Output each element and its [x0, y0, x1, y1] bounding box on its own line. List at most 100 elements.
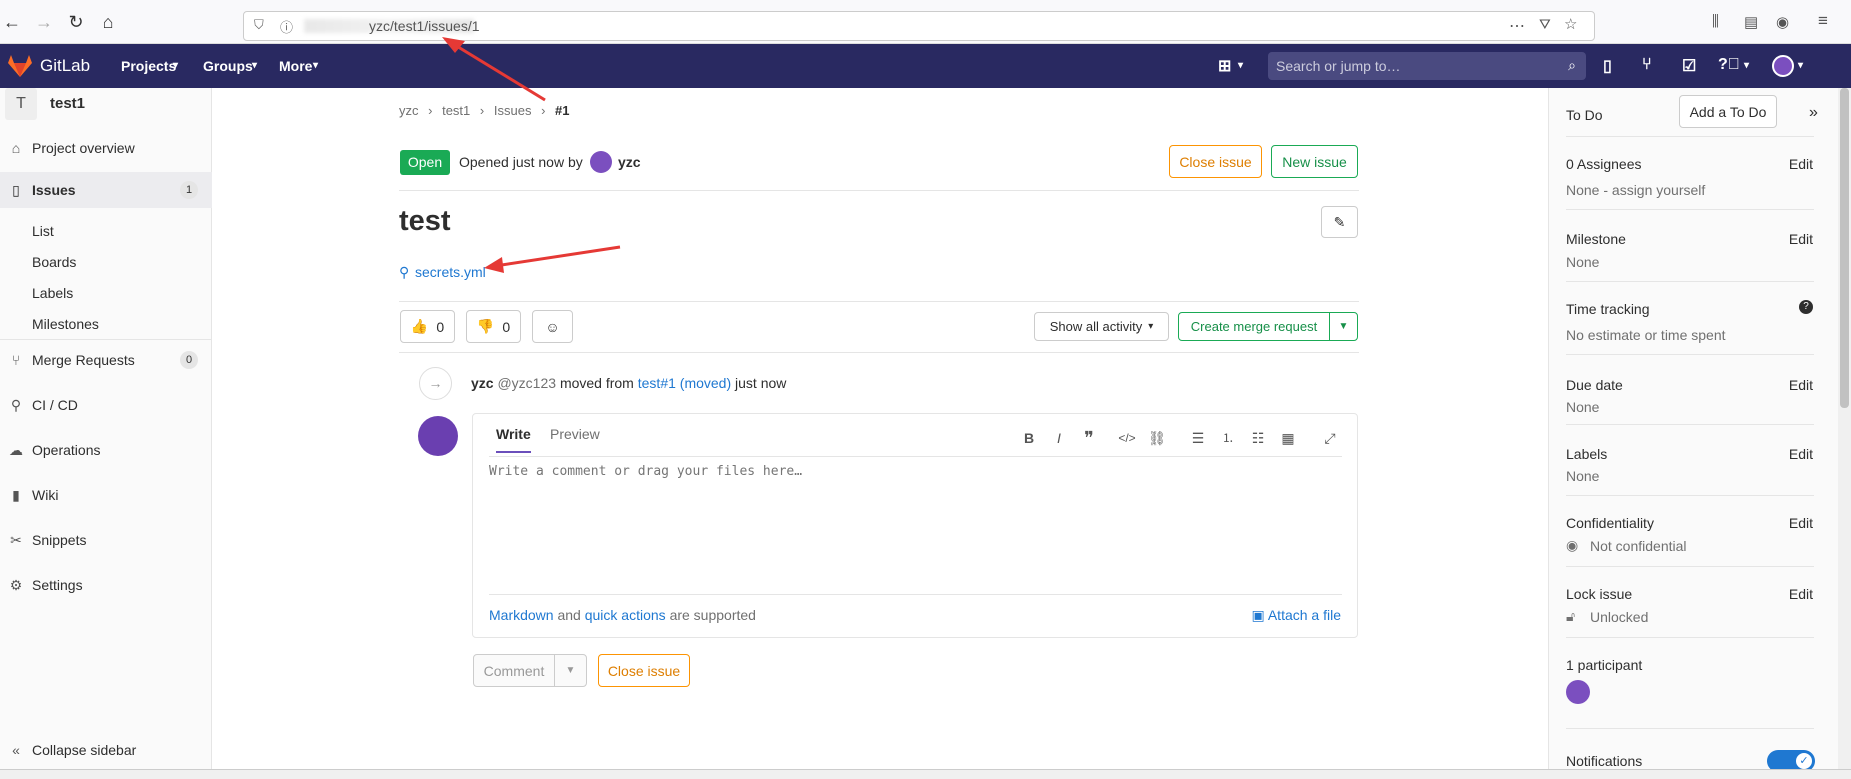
code-icon[interactable]: </> [1118, 429, 1136, 447]
attach-file-button[interactable]: ▣ Attach a file [1251, 607, 1341, 624]
nav-more[interactable]: More [279, 58, 312, 74]
nav-groups[interactable]: Groups [203, 58, 253, 74]
gitlab-logo[interactable] [8, 55, 32, 77]
reload-icon[interactable]: ↻ [64, 10, 88, 34]
tab-write[interactable]: Write [496, 426, 531, 453]
create-mr-dropdown-toggle[interactable]: ▼ [1329, 312, 1358, 341]
thumbs-up-count: 0 [436, 318, 445, 335]
merge-request-icon[interactable]: ⑂ [1642, 56, 1652, 74]
bullet-list-icon[interactable]: ☰ [1189, 429, 1207, 447]
participant-avatar[interactable] [1566, 680, 1590, 704]
sidebar-toggle-icon[interactable]: ▤ [1744, 13, 1758, 31]
home-icon[interactable]: ⌂ [96, 10, 120, 34]
comment-type-dropdown[interactable]: ▼ [554, 654, 587, 687]
lock-issue-edit-link[interactable]: Edit [1789, 586, 1813, 602]
sidebar-item-operations[interactable]: ☁ Operations [0, 432, 212, 468]
info-icon[interactable]: ⓘ [280, 17, 293, 36]
quote-icon[interactable]: ❞ [1080, 429, 1098, 447]
close-issue-button-bottom[interactable]: Close issue [598, 654, 690, 687]
breadcrumb-current[interactable]: #1 [555, 103, 569, 118]
double-chevron-right-icon[interactable]: » [1809, 104, 1818, 122]
forward-icon[interactable]: → [32, 10, 56, 34]
plus-square-icon[interactable]: ⊞ [1218, 56, 1231, 76]
sidebar-subitem-boards[interactable]: Boards [32, 254, 76, 270]
account-icon[interactable]: ◉ [1776, 13, 1789, 31]
numbered-list-icon[interactable]: ⒈ [1219, 429, 1237, 447]
assignees-edit-link[interactable]: Edit [1789, 156, 1813, 172]
milestone-edit-link[interactable]: Edit [1789, 231, 1813, 247]
author-avatar[interactable] [590, 151, 612, 173]
sidebar-subitem-milestones[interactable]: Milestones [32, 316, 99, 332]
table-icon[interactable]: ▦ [1279, 429, 1297, 447]
participants-title: 1 participant [1566, 657, 1643, 673]
bookmark-star-icon[interactable]: ☆ [1564, 15, 1577, 33]
sidebar-item-wiki[interactable]: ▮ Wiki [0, 477, 212, 513]
quick-actions-link[interactable]: quick actions [585, 607, 666, 623]
add-reaction-button[interactable]: ☺ [532, 310, 573, 343]
italic-icon[interactable]: I [1050, 429, 1068, 447]
scrollbar-thumb[interactable] [1840, 88, 1849, 408]
breadcrumb-item[interactable]: Issues [494, 103, 532, 118]
current-user-avatar[interactable] [418, 416, 458, 456]
comment-textarea[interactable] [489, 464, 1342, 599]
bold-icon[interactable]: B [1020, 429, 1038, 447]
tab-preview[interactable]: Preview [550, 426, 600, 442]
issue-title: test [399, 205, 451, 237]
project-avatar[interactable]: T [5, 88, 37, 120]
system-note-arrow-icon: → [419, 367, 452, 400]
attachment-link[interactable]: secrets.yml [415, 264, 486, 280]
confidentiality-edit-link[interactable]: Edit [1789, 515, 1813, 531]
show-activity-dropdown[interactable]: Show all activity ▾ [1034, 312, 1169, 341]
menu-icon[interactable]: ≡ [1818, 11, 1828, 31]
sidebar-item-ci-cd[interactable]: ⚲ CI / CD [0, 387, 212, 423]
activity-ref-link[interactable]: test#1 [638, 375, 676, 391]
library-icon[interactable]: ⫼ [1712, 13, 1719, 30]
help-icon[interactable]: ?⃝ [1718, 56, 1740, 74]
scissors-icon: ✂ [10, 532, 22, 548]
thumbs-down-button[interactable]: 👎 0 [466, 310, 521, 343]
link-icon[interactable]: ⛓ [1148, 429, 1166, 447]
sidebar-item-issues[interactable]: ▯ Issues 1 [0, 172, 212, 208]
sidebar-subitem-list[interactable]: List [32, 223, 54, 239]
task-list-icon[interactable]: ☷ [1249, 429, 1267, 447]
breadcrumb-item[interactable]: yzc [399, 103, 419, 118]
collapse-sidebar-button[interactable]: « Collapse sidebar [0, 732, 212, 768]
close-issue-button[interactable]: Close issue [1169, 145, 1262, 178]
help-icon[interactable]: ? [1799, 300, 1813, 314]
sidebar-item-settings[interactable]: ⚙ Settings [0, 567, 212, 603]
count-badge: 1 [180, 181, 198, 199]
markdown-link[interactable]: Markdown [489, 607, 554, 623]
url-text: yzc/test1/issues/1 [369, 18, 480, 34]
due-date-edit-link[interactable]: Edit [1789, 377, 1813, 393]
sidebar-subitem-labels[interactable]: Labels [32, 285, 73, 301]
avatar[interactable] [1772, 55, 1794, 77]
activity-handle[interactable]: @yzc123 [497, 375, 556, 391]
project-name[interactable]: test1 [50, 95, 85, 112]
pocket-icon[interactable]: ⛛ [1539, 16, 1551, 33]
sidebar-item-project-overview[interactable]: ⌂ Project overview [0, 130, 212, 166]
fullscreen-icon[interactable]: ⤢ [1321, 429, 1339, 447]
search-input[interactable]: Search or jump to… ⌕ [1268, 52, 1586, 80]
brand-name[interactable]: GitLab [40, 56, 90, 76]
breadcrumb-item[interactable]: test1 [442, 103, 470, 118]
assignees-value[interactable]: None - assign yourself [1566, 182, 1705, 198]
add-todo-button[interactable]: Add a To Do [1679, 95, 1777, 128]
back-icon[interactable]: ← [0, 10, 24, 34]
comment-button[interactable]: Comment [473, 654, 555, 687]
todo-check-icon[interactable]: ☑ [1682, 56, 1696, 76]
nav-projects[interactable]: Projects [121, 58, 176, 74]
author-name[interactable]: yzc [618, 154, 641, 170]
labels-edit-link[interactable]: Edit [1789, 446, 1813, 462]
sidebar-item-snippets[interactable]: ✂ Snippets [0, 522, 212, 558]
activity-author[interactable]: yzc [471, 375, 494, 391]
more-actions-icon[interactable]: ⋯ [1509, 16, 1525, 36]
activity-moved-link[interactable]: (moved) [680, 375, 731, 391]
thumbs-up-button[interactable]: 👍 0 [400, 310, 455, 343]
sidebar-item-merge-requests[interactable]: ⑂ Merge Requests 0 [0, 342, 212, 378]
issues-icon[interactable]: ▯ [1603, 56, 1612, 76]
page-scrollbar[interactable] [1838, 88, 1851, 769]
create-merge-request-button[interactable]: Create merge request [1178, 312, 1330, 341]
url-bar[interactable]: ⛉ ⓘ yzc/test1/issues/1 ⋯ ⛛ ☆ [243, 11, 1595, 41]
new-issue-button[interactable]: New issue [1271, 145, 1358, 178]
edit-title-button[interactable]: ✎ [1321, 206, 1358, 238]
